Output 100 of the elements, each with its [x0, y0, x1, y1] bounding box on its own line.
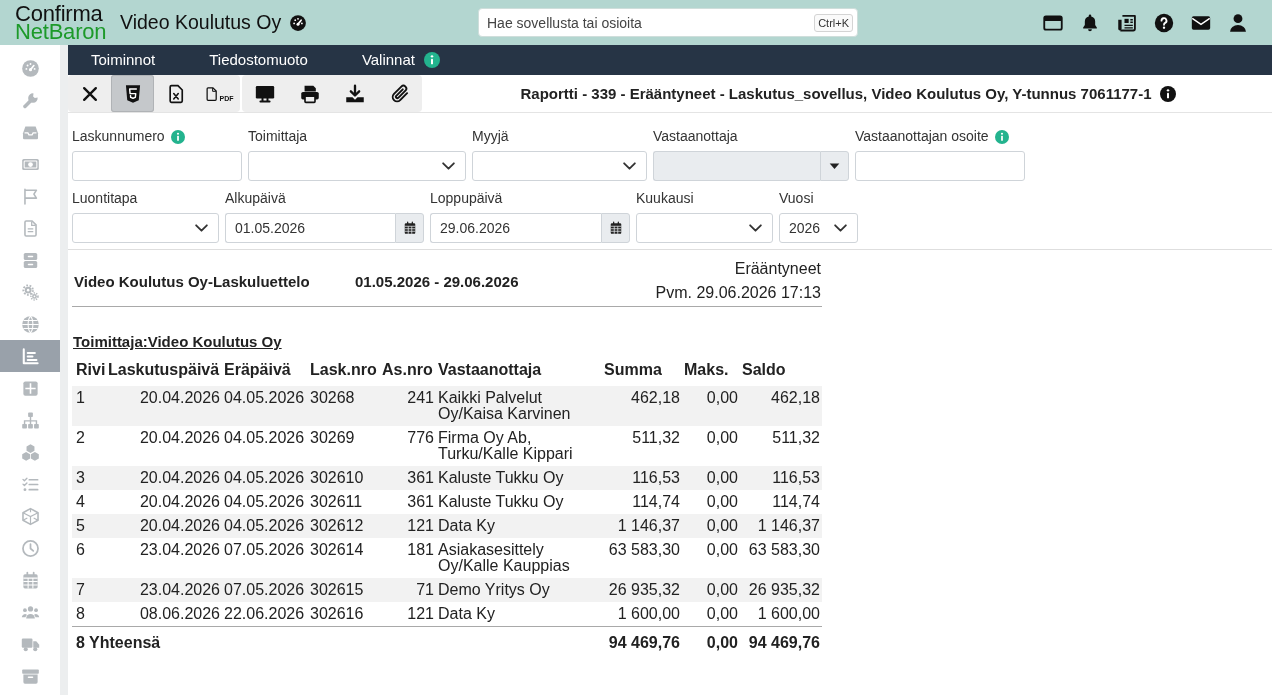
field-label: Vastaanottaja	[653, 128, 738, 145]
table-cell: 7	[72, 578, 106, 602]
table-cell: 26 935,32	[740, 578, 822, 602]
grid-icon	[20, 378, 40, 398]
table-cell: 511,32	[602, 426, 682, 466]
report-status: Erääntyneet	[734, 259, 821, 279]
calendar-icon	[402, 221, 417, 235]
select-field[interactable]	[248, 151, 466, 181]
table-cell: 0,00	[682, 514, 740, 538]
table-cell: 302612	[308, 514, 380, 538]
table-cell: 71	[380, 578, 436, 602]
date-field[interactable]: 29.06.2026	[430, 213, 601, 243]
table-cell: 20.04.2026	[106, 490, 222, 514]
field-label: Myyjä	[472, 128, 509, 145]
table-cell: 361	[380, 466, 436, 490]
logo-text: Confirma	[15, 4, 103, 23]
table-cell: 0,00	[682, 602, 740, 627]
chevron-down-icon	[442, 162, 455, 170]
table-cell: 3	[72, 466, 106, 490]
field-label: Loppupäivä	[430, 190, 503, 207]
window-icon[interactable]	[1043, 12, 1063, 33]
monitor-icon	[254, 83, 275, 104]
select-field[interactable]	[72, 213, 219, 243]
table-cell: 776	[380, 426, 436, 466]
cubes-icon	[20, 442, 40, 462]
table-cell: 04.05.2026	[222, 466, 308, 490]
wrench-icon	[20, 90, 40, 110]
column-header: Lask.nro	[308, 360, 380, 386]
table-cell: 4	[72, 490, 106, 514]
chevron-down-icon	[195, 224, 208, 232]
table-cell: 302614	[308, 538, 380, 578]
table-cell: 6	[72, 538, 106, 578]
html-button[interactable]	[111, 75, 154, 112]
table-cell: 26 935,32	[602, 578, 682, 602]
table-cell: 04.05.2026	[222, 514, 308, 538]
field-label: Vuosi	[779, 190, 814, 207]
total-cell: 94 469,76	[602, 626, 682, 660]
shortcut-key: Ctrl+K	[814, 14, 853, 32]
text-field[interactable]	[855, 151, 1025, 181]
table-cell: Data Ky	[436, 514, 602, 538]
select-field[interactable]	[472, 151, 647, 181]
table-cell: 1 146,37	[602, 514, 682, 538]
sidebar-item[interactable]	[0, 340, 60, 372]
calendar-button[interactable]	[395, 213, 424, 243]
table-cell: Asiakasesittely Oy/Kalle Kauppias	[436, 538, 602, 578]
table-cell: Demo Yritys Oy	[436, 578, 602, 602]
sitemap-icon	[20, 410, 40, 430]
column-header: Rivi	[72, 360, 106, 386]
text-field[interactable]	[72, 151, 242, 181]
select-field[interactable]: 2026	[779, 213, 858, 243]
total-cell: 94 469,76	[740, 626, 822, 660]
file-icon	[203, 84, 219, 103]
table-cell: 20.04.2026	[106, 386, 222, 426]
table-cell: 5	[72, 514, 106, 538]
bell-icon[interactable]	[1080, 12, 1100, 33]
group-heading: Toimittaja:Video Koulutus Oy	[72, 333, 282, 350]
report-heading: Raportti - 339 - Erääntyneet - Laskutus_sovellus, Video Koulutus Oy, Y-tunnus 7061177-1	[520, 85, 1152, 102]
date-field[interactable]: 01.05.2026	[225, 213, 395, 243]
table-cell: 22.06.2026	[222, 602, 308, 627]
table-cell: 0,00	[682, 578, 740, 602]
newspaper-icon[interactable]	[1117, 12, 1137, 33]
help-icon[interactable]	[1154, 12, 1174, 33]
table-cell: 121	[380, 602, 436, 627]
user-icon[interactable]	[1228, 12, 1248, 33]
menu-item[interactable]: Toiminnot	[91, 51, 156, 69]
table-cell: 07.05.2026	[222, 578, 308, 602]
table-cell: Firma Oy Ab, Turku/Kalle Kippari	[436, 426, 602, 466]
table-cell: 511,32	[740, 426, 822, 466]
column-header: Saldo	[740, 360, 822, 386]
calendar-button[interactable]	[601, 213, 630, 243]
calendar-icon	[20, 570, 40, 590]
table-cell: 2	[72, 426, 106, 466]
table-cell: 20.04.2026	[106, 466, 222, 490]
menu-item[interactable]: Valinnat	[361, 51, 415, 69]
column-header: Vastaanottaja	[436, 360, 602, 386]
total-label: 8 Yhteensä	[72, 626, 602, 660]
dropdown-button[interactable]	[820, 151, 849, 181]
select-field[interactable]	[636, 213, 773, 243]
caret-down-icon	[829, 163, 840, 169]
table-cell: 63 583,30	[602, 538, 682, 578]
report-period: 01.05.2026 - 29.06.2026	[355, 272, 519, 290]
column-header: Laskutuspäivä	[106, 360, 222, 386]
field-label: Toimittaja	[248, 128, 308, 145]
column-header: Maks.	[682, 360, 740, 386]
table-cell: 114,74	[602, 490, 682, 514]
gauge-icon	[289, 13, 308, 32]
table-cell: Data Ky	[436, 602, 602, 627]
field-label: Kuukausi	[636, 190, 694, 207]
archive-box-icon	[20, 666, 40, 686]
table-cell: 07.05.2026	[222, 538, 308, 578]
table-cell: 116,53	[740, 466, 822, 490]
table-cell: 20.04.2026	[106, 426, 222, 466]
table-cell: 462,18	[602, 386, 682, 426]
table-cell: Kaikki Palvelut Oy/Kaisa Karvinen	[436, 386, 602, 426]
gears-icon	[20, 282, 40, 302]
table-cell: 302616	[308, 602, 380, 627]
table-cell: 23.04.2026	[106, 578, 222, 602]
menu-item[interactable]: Tiedostomuoto	[209, 51, 308, 69]
table-cell: 20.04.2026	[106, 514, 222, 538]
cube-icon	[20, 506, 40, 526]
